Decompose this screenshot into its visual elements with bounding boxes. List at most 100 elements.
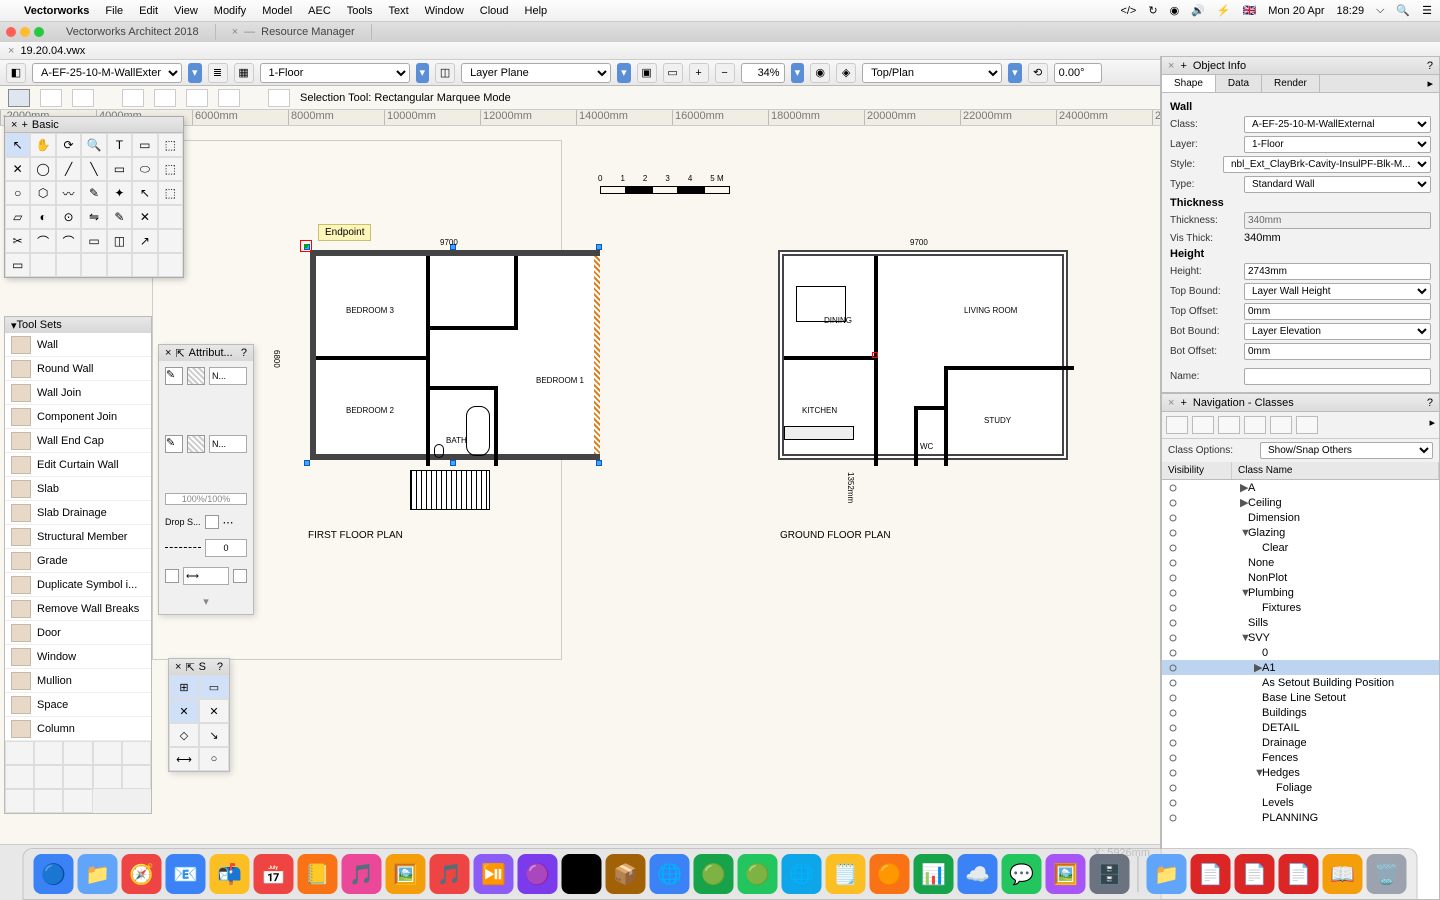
dock-app-24[interactable]: 🗄️ (1090, 854, 1130, 894)
dock-app-16[interactable]: 🟢 (738, 854, 778, 894)
visibility-icon[interactable] (1166, 738, 1180, 748)
dock-app-23[interactable]: 🖼️ (1046, 854, 1086, 894)
zoom-in-icon[interactable]: + (689, 63, 709, 83)
first-floor-plan[interactable]: BEDROOM 3 BEDROOM 2 BATH BEDROOM 1 (310, 250, 600, 460)
style-field[interactable]: nbl_Ext_ClayBrk-Cavity-InsulPF-Blk-M... (1223, 156, 1431, 173)
saved-view-icon[interactable]: ▣ (637, 63, 657, 83)
visibility-icon[interactable] (1166, 498, 1180, 508)
dock-app-11[interactable]: 🟣 (518, 854, 558, 894)
plus-icon[interactable]: + (1180, 397, 1186, 409)
tool-sets-palette[interactable]: ▾ Tool Sets WallRound WallWall JoinCompo… (4, 316, 152, 814)
tool-1[interactable]: ✋ (30, 133, 55, 157)
visibility-icon[interactable] (1166, 618, 1180, 628)
mode-oval-icon[interactable] (186, 89, 208, 107)
marker-end[interactable] (233, 569, 247, 583)
dock-app-27[interactable]: 📄 (1235, 854, 1275, 894)
class-row[interactable]: Levels (1162, 795, 1439, 810)
input-flag[interactable]: 🇬🇧 (1243, 4, 1257, 17)
bot-bound-field[interactable]: Layer Elevation (1244, 323, 1431, 340)
tool-41[interactable] (158, 253, 183, 277)
visibility-icon[interactable] (1166, 678, 1180, 688)
toolset-wall-end-cap[interactable]: Wall End Cap (5, 429, 151, 453)
class-options-field[interactable]: Show/Snap Others (1260, 442, 1433, 459)
bookmark-icon[interactable]: ▭ (663, 63, 683, 83)
tool-30[interactable]: ⌒ (56, 229, 81, 253)
tool-20[interactable]: ⬚ (158, 181, 183, 205)
nav-views-icon[interactable] (1244, 416, 1266, 434)
class-row[interactable]: Fences (1162, 750, 1439, 765)
tool-29[interactable]: ⌒ (30, 229, 55, 253)
code-icon[interactable]: </> (1120, 5, 1136, 17)
snap-distance-icon[interactable]: ⟷ (169, 747, 199, 771)
tool-23[interactable]: ⊙ (56, 205, 81, 229)
time-machine-icon[interactable]: ↻ (1148, 4, 1157, 17)
ts-mode-4[interactable] (93, 741, 122, 765)
pen-style[interactable]: N... (209, 435, 247, 453)
toolset-structural-member[interactable]: Structural Member (5, 525, 151, 549)
plus-icon[interactable]: + (1180, 60, 1186, 72)
dock-icon[interactable]: ⇱ (185, 661, 194, 674)
visibility-icon[interactable] (1166, 648, 1180, 658)
volume-icon[interactable]: 🔊 (1191, 4, 1205, 17)
tool-0[interactable]: ↖ (5, 133, 30, 157)
mode-poly-icon[interactable] (72, 89, 94, 107)
menu-tools[interactable]: Tools (347, 5, 373, 17)
wifi-icon[interactable]: ◉ (1170, 4, 1180, 17)
pen-swatch[interactable]: ✎ (165, 435, 183, 453)
help-icon[interactable]: ? (241, 347, 247, 359)
zoom-out-icon[interactable]: − (715, 63, 735, 83)
layers-icon[interactable]: ≣ (208, 63, 228, 83)
tool-4[interactable]: T (107, 133, 132, 157)
tool-24[interactable]: ⇋ (81, 205, 106, 229)
perspective-icon[interactable]: ◈ (836, 63, 856, 83)
class-row[interactable]: Foliage (1162, 780, 1439, 795)
layer-field[interactable]: 1-Floor (1244, 136, 1431, 153)
snap-grid-icon[interactable]: ⊞ (169, 675, 199, 699)
tab-app[interactable]: Vectorworks Architect 2018 (50, 24, 216, 40)
class-row[interactable]: None (1162, 555, 1439, 570)
dock-icon[interactable]: ⇱ (175, 347, 184, 360)
fill-style[interactable]: N... (209, 367, 247, 385)
dock-app-5[interactable]: 📅 (254, 854, 294, 894)
tool-6[interactable]: ⬚ (158, 133, 183, 157)
angle-field[interactable] (1054, 63, 1102, 83)
close-icon[interactable]: × (232, 26, 238, 38)
ts-mode-5[interactable] (122, 741, 151, 765)
dock-app-3[interactable]: 📧 (166, 854, 206, 894)
tab-render[interactable]: Render (1262, 75, 1320, 92)
dock-app-30[interactable]: 🗑️ (1367, 854, 1407, 894)
clock-date[interactable]: Mon 20 Apr (1268, 5, 1324, 17)
class-row[interactable]: ▶A (1162, 480, 1439, 495)
toolset-component-join[interactable]: Component Join (5, 405, 151, 429)
help-icon[interactable]: ? (1427, 397, 1433, 409)
ts-mode-7[interactable] (34, 765, 63, 789)
dock-app-4[interactable]: 📬 (210, 854, 250, 894)
visibility-icon[interactable] (1166, 798, 1180, 808)
visibility-icon[interactable] (1166, 483, 1180, 493)
dock-app-13[interactable]: 📦 (606, 854, 646, 894)
dock-app-28[interactable]: 📄 (1279, 854, 1319, 894)
snap-tangent-icon[interactable]: ○ (199, 747, 229, 771)
dock-app-7[interactable]: 🎵 (342, 854, 382, 894)
tool-5[interactable]: ▭ (132, 133, 157, 157)
bluetooth-icon[interactable]: ⌵ (1376, 4, 1384, 17)
close-icon[interactable]: × (11, 119, 17, 131)
class-field[interactable]: A-EF-25-10-M-WallExternal (1244, 116, 1431, 133)
tool-36[interactable] (30, 253, 55, 277)
toolset-window[interactable]: Window (5, 645, 151, 669)
toolset-remove-wall-breaks[interactable]: Remove Wall Breaks (5, 597, 151, 621)
clock-time[interactable]: 18:29 (1337, 5, 1365, 17)
menu-cloud[interactable]: Cloud (480, 5, 509, 17)
walltype-field[interactable]: Standard Wall (1244, 176, 1431, 193)
visibility-icon[interactable] (1166, 783, 1180, 793)
visibility-icon[interactable] (1166, 513, 1180, 523)
tool-37[interactable] (56, 253, 81, 277)
tool-28[interactable]: ✂ (5, 229, 30, 253)
expand-icon[interactable]: ▸ (1421, 75, 1439, 92)
tool-18[interactable]: ✦ (107, 181, 132, 205)
tool-11[interactable]: ▭ (107, 157, 132, 181)
close-doc-icon[interactable]: × (8, 45, 14, 57)
dock-app-0[interactable]: 🔵 (34, 854, 74, 894)
shadow-toggle[interactable] (205, 515, 219, 529)
tool-38[interactable] (81, 253, 106, 277)
